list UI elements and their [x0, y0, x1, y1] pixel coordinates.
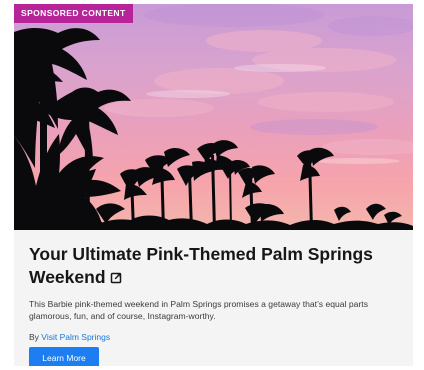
external-link-icon[interactable]: [110, 272, 122, 284]
palm-sunset-illustration: [14, 4, 413, 230]
hero-image[interactable]: SPONSORED CONTENT: [14, 4, 413, 230]
learn-more-button[interactable]: Learn More: [29, 347, 99, 366]
article-title-text[interactable]: Your Ultimate Pink-Themed Palm Springs W…: [29, 244, 373, 287]
byline-prefix: By: [29, 332, 39, 342]
sponsored-badge: SPONSORED CONTENT: [14, 4, 133, 23]
article-title[interactable]: Your Ultimate Pink-Themed Palm Springs W…: [29, 243, 401, 289]
sponsor-link[interactable]: Visit Palm Springs: [41, 332, 110, 342]
sponsor-byline: By Visit Palm Springs: [29, 331, 401, 343]
sponsored-card: SPONSORED CONTENT Your Ultimate Pink-The…: [14, 4, 413, 366]
card-content: Your Ultimate Pink-Themed Palm Springs W…: [29, 243, 401, 343]
article-description: This Barbie pink-themed weekend in Palm …: [29, 299, 368, 321]
